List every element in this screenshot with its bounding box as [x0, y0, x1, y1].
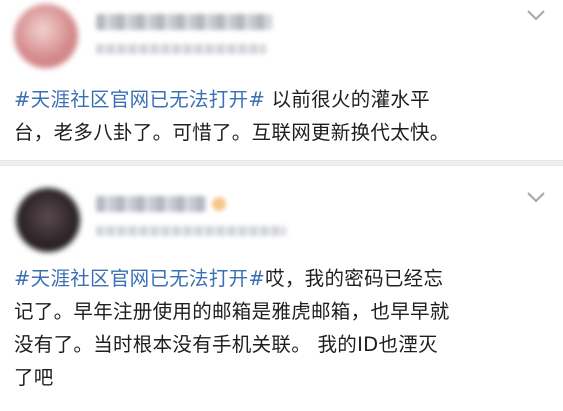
- post-text-line: 记了。早年注册使用的邮箱是雅虎邮箱，也早早就: [14, 300, 450, 323]
- user-badge-icon: [212, 197, 226, 211]
- chevron-down-icon[interactable]: [525, 190, 547, 206]
- username-blurred[interactable]: [96, 196, 206, 212]
- post-meta-blurred: [96, 44, 266, 54]
- post-card-2: #天涯社区官网已无法打开#哎，我的密码已经忘 记了。早年注册使用的邮箱是雅虎邮箱…: [0, 166, 563, 411]
- post-text-line: 台，老多八卦了。可惜了。互联网更新换代太快。: [14, 121, 450, 144]
- avatar[interactable]: [14, 4, 78, 68]
- username-blurred[interactable]: [96, 14, 272, 30]
- post-text-line: 了吧: [14, 366, 54, 389]
- post-text-line: 没有了。当时根本没有手机关联。 我的ID也湮灭: [14, 333, 438, 356]
- post-card-1: #天涯社区官网已无法打开# 以前很火的灌水平 台，老多八卦了。可惜了。互联网更新…: [0, 0, 563, 160]
- post-text: #天涯社区官网已无法打开# 以前很火的灌水平 台，老多八卦了。可惜了。互联网更新…: [14, 83, 550, 149]
- post-text-line: 以前很火的灌水平: [271, 88, 430, 111]
- post-text: #天涯社区官网已无法打开#哎，我的密码已经忘 记了。早年注册使用的邮箱是雅虎邮箱…: [14, 262, 550, 394]
- chevron-down-icon[interactable]: [525, 8, 547, 24]
- post-meta-blurred: [96, 226, 286, 236]
- post-text-line: 哎，我的密码已经忘: [265, 267, 444, 290]
- topic-hashtag[interactable]: #天涯社区官网已无法打开#: [14, 267, 265, 290]
- avatar[interactable]: [16, 188, 80, 252]
- topic-hashtag[interactable]: #天涯社区官网已无法打开#: [14, 88, 265, 111]
